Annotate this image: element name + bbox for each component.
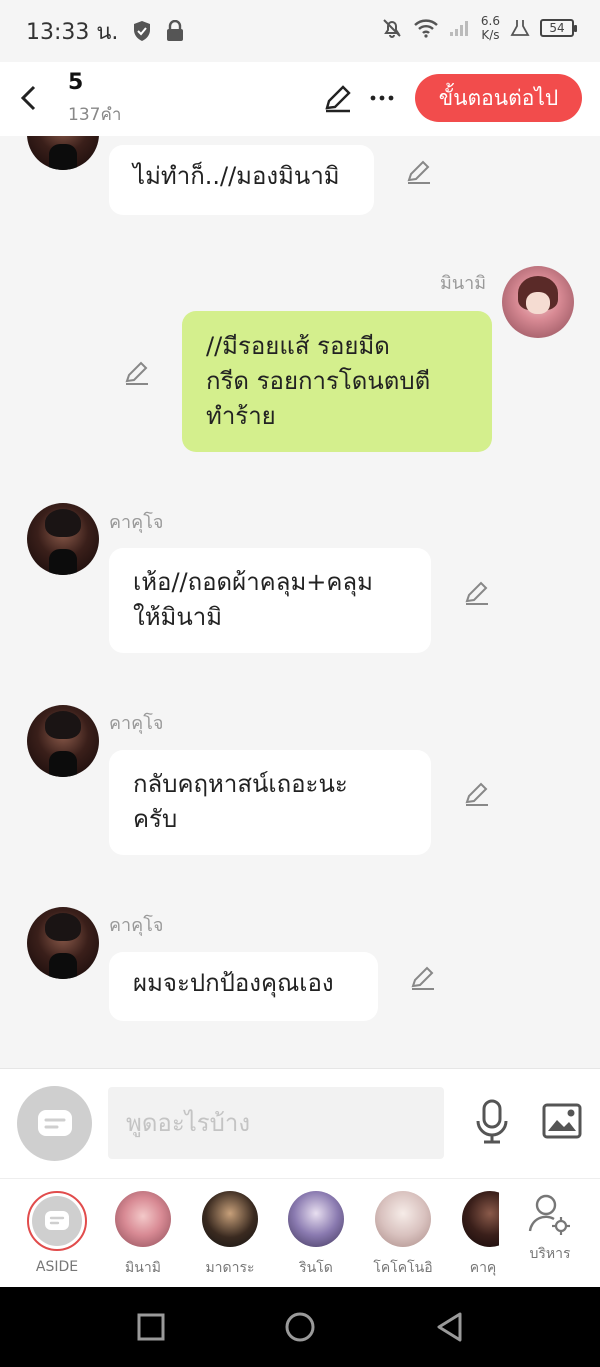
avatar bbox=[288, 1191, 344, 1247]
message-input[interactable] bbox=[108, 1087, 444, 1159]
net-speed: 6.6 K/s bbox=[480, 14, 500, 42]
character-label: มาดาระ bbox=[205, 1260, 255, 1276]
back-button[interactable] bbox=[12, 78, 44, 118]
avatar bbox=[115, 1191, 171, 1247]
message-bubble[interactable]: เห้อ//ถอดผ้าคลุม+คลุม ให้มินามิ bbox=[109, 548, 431, 653]
avatar[interactable] bbox=[27, 705, 99, 777]
avatar[interactable] bbox=[27, 907, 99, 979]
image-upload-button[interactable] bbox=[542, 1103, 582, 1139]
character-kokonoi[interactable]: โคโคโนอิ bbox=[368, 1191, 438, 1279]
avatar bbox=[462, 1191, 499, 1247]
character-madara[interactable]: มาดาระ bbox=[195, 1191, 265, 1279]
recent-apps-icon[interactable] bbox=[135, 1311, 167, 1343]
user-settings-icon bbox=[528, 1194, 570, 1235]
message-icon bbox=[45, 1211, 69, 1230]
character-label: โคโคโนอิ bbox=[373, 1260, 433, 1276]
character-bar: ASIDE มินามิ มาดาระ รินโด โคโคโนอิ คาคุ … bbox=[0, 1178, 600, 1287]
edit-message-icon[interactable] bbox=[409, 964, 437, 992]
edit-message-icon[interactable] bbox=[123, 359, 151, 387]
avatar[interactable] bbox=[502, 266, 574, 338]
voice-input-button[interactable] bbox=[474, 1099, 510, 1145]
back-triangle-icon[interactable] bbox=[434, 1311, 466, 1343]
battery-indicator: 54 bbox=[540, 19, 577, 37]
character-minami[interactable]: มินามิ bbox=[108, 1191, 178, 1279]
wifi-icon bbox=[414, 19, 438, 38]
mute-bell-icon bbox=[383, 19, 401, 38]
character-kaku[interactable]: คาคุ bbox=[455, 1191, 499, 1279]
sender-name: มินามิ bbox=[440, 273, 487, 294]
lab-flask-icon bbox=[510, 20, 530, 36]
edit-title-button[interactable] bbox=[322, 82, 354, 114]
sender-name: คาคุโจ bbox=[109, 915, 164, 936]
more-options-button[interactable] bbox=[366, 82, 398, 114]
chevron-left-icon bbox=[20, 85, 36, 111]
page-title: 5 bbox=[68, 70, 84, 95]
character-label: ASIDE bbox=[35, 1259, 79, 1275]
character-aside[interactable]: ASIDE bbox=[22, 1191, 92, 1275]
edit-message-icon[interactable] bbox=[463, 780, 491, 808]
microphone-icon bbox=[476, 1099, 508, 1144]
avatar bbox=[375, 1191, 431, 1247]
input-bar bbox=[0, 1068, 600, 1178]
manage-label: บริหาร bbox=[529, 1246, 571, 1262]
message-bubble[interactable]: //มีรอยแส้ รอยมีด กรีด รอยการโดนตบตี ทำร… bbox=[182, 311, 492, 452]
message-icon bbox=[37, 1109, 72, 1136]
edit-message-icon[interactable] bbox=[405, 158, 433, 186]
status-time: 13:33 น. bbox=[26, 19, 119, 45]
lock-icon bbox=[167, 20, 184, 41]
chat-header: 5 137คำ ขั้นตอนต่อไป bbox=[0, 62, 600, 136]
edit-message-icon[interactable] bbox=[463, 579, 491, 607]
character-label: รินโด bbox=[299, 1260, 333, 1276]
sender-name: คาคุโจ bbox=[109, 713, 164, 734]
shield-icon bbox=[134, 21, 151, 41]
word-count: 137คำ bbox=[68, 105, 122, 125]
message-bubble[interactable]: ไม่ทำก็..//มองมินามิ bbox=[109, 145, 374, 215]
system-nav-bar bbox=[0, 1287, 600, 1367]
character-label: คาคุ bbox=[469, 1260, 497, 1276]
aside-avatar bbox=[27, 1191, 87, 1251]
pencil-icon bbox=[325, 85, 351, 113]
message-bubble[interactable]: กลับคฤหาสน์เถอะนะ ครับ bbox=[109, 750, 431, 855]
message-bubble[interactable]: ผมจะปกป้องคุณเอง bbox=[109, 952, 378, 1021]
status-bar: 13:33 น. 6.6 K/s 54 bbox=[0, 0, 600, 62]
avatar bbox=[202, 1191, 258, 1247]
chat-area[interactable]: ไม่ทำก็..//มองมินามิ มินามิ //มีรอยแส้ ร… bbox=[0, 136, 600, 1068]
character-rindo[interactable]: รินโด bbox=[281, 1191, 351, 1279]
sender-name: คาคุโจ bbox=[109, 512, 164, 533]
manage-characters-button[interactable]: บริหาร bbox=[520, 1193, 580, 1265]
avatar[interactable] bbox=[27, 503, 99, 575]
more-dots-icon bbox=[370, 95, 394, 101]
signal-icon bbox=[449, 21, 468, 36]
next-step-button[interactable]: ขั้นตอนต่อไป bbox=[415, 74, 582, 122]
avatar[interactable] bbox=[27, 136, 99, 170]
character-label: มินามิ bbox=[125, 1260, 161, 1276]
image-icon bbox=[542, 1103, 582, 1139]
chat-mode-button[interactable] bbox=[17, 1086, 92, 1161]
home-icon[interactable] bbox=[284, 1311, 316, 1343]
